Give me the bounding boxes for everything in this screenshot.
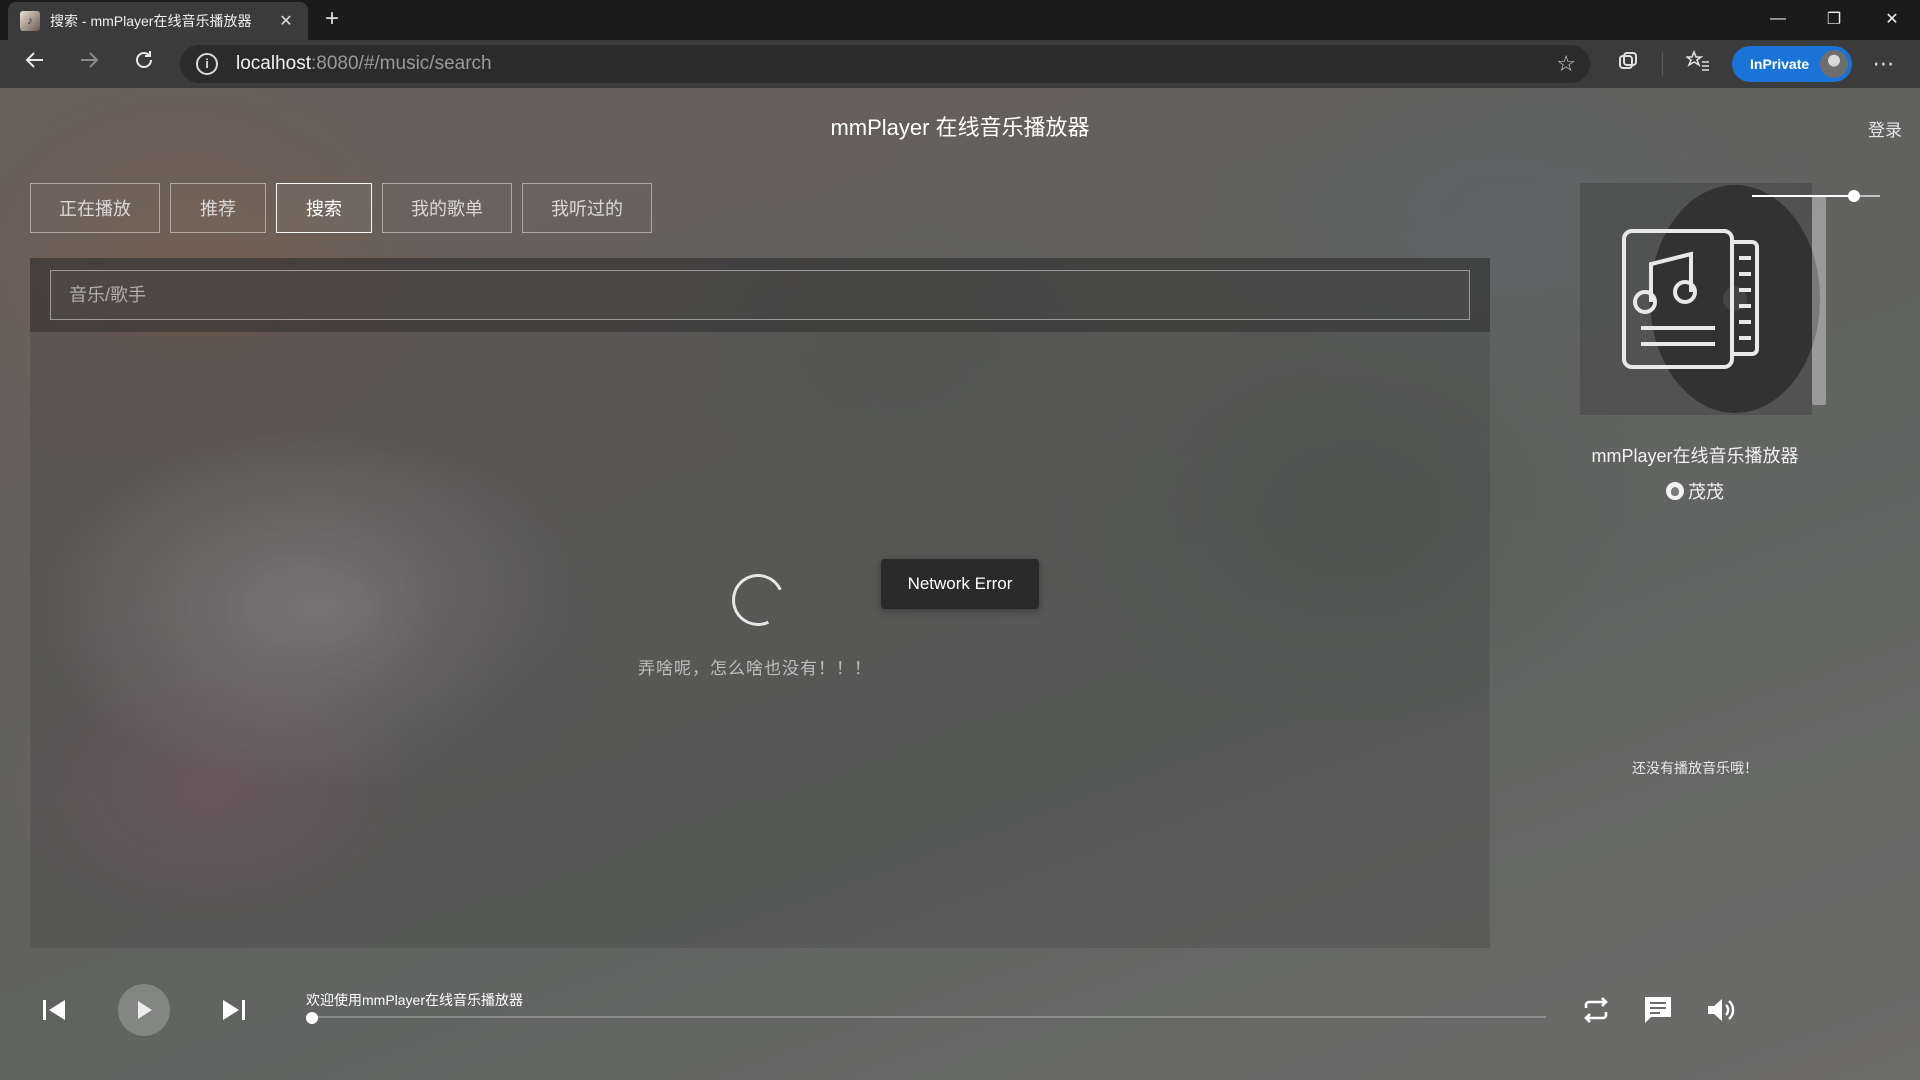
search-input[interactable] — [50, 270, 1470, 320]
star-icon[interactable]: ☆ — [1556, 51, 1576, 77]
app-page: mmPlayer 在线音乐播放器 登录 正在播放 推荐 搜索 我的歌单 我听过的… — [0, 88, 1920, 1080]
browser-toolbar: i localhost:8080/#/music/search ☆ InPriv… — [0, 40, 1920, 88]
next-button[interactable] — [218, 994, 250, 1026]
tab-my-playlist[interactable]: 我的歌单 — [382, 183, 512, 233]
toolbar-divider — [1662, 52, 1663, 76]
tab-close-icon[interactable]: ✕ — [276, 11, 296, 31]
album-cover — [1580, 183, 1812, 415]
lyric-button[interactable] — [1640, 992, 1676, 1028]
cover-edge-bar — [1812, 195, 1826, 405]
progress-bar[interactable] — [306, 1016, 1546, 1018]
empty-message: 弄啥呢，怎么啥也没有！！！ — [638, 659, 872, 678]
loading-spinner — [724, 566, 792, 634]
window-close-button[interactable]: ✕ — [1864, 0, 1920, 38]
player-bar: 欢迎使用mmPlayer在线音乐播放器 — [0, 968, 1920, 1080]
tab-search[interactable]: 搜索 — [276, 183, 372, 233]
inprivate-label: InPrivate — [1750, 56, 1810, 72]
volume-icon — [1708, 999, 1735, 1021]
song-name: mmPlayer在线音乐播放器 — [1591, 446, 1799, 466]
favicon-icon: ♪ — [20, 11, 40, 31]
forward-button[interactable] — [72, 48, 106, 80]
arrow-right-icon — [81, 52, 99, 68]
comment-icon — [1645, 997, 1671, 1023]
new-tab-button[interactable]: + — [318, 6, 346, 34]
reload-button[interactable] — [127, 48, 161, 80]
author-name: 茂茂 — [1688, 482, 1724, 502]
reload-icon — [136, 51, 152, 68]
favorites-icon[interactable] — [1684, 49, 1712, 78]
error-toast: Network Error — [881, 559, 1039, 609]
repeat-icon — [1584, 997, 1608, 1023]
browser-tabstrip: ♪ 搜索 - mmPlayer在线音乐播放器 ✕ + — ❐ ✕ — [0, 0, 1920, 40]
play-mode-button[interactable] — [1578, 992, 1614, 1028]
now-playing-title: 欢迎使用mmPlayer在线音乐播放器 — [306, 992, 524, 1008]
album-cover-area — [1580, 183, 1840, 415]
url-text: localhost:8080/#/music/search — [236, 53, 492, 74]
author-link[interactable]: 茂茂 — [1540, 478, 1850, 504]
prev-button[interactable] — [38, 994, 70, 1026]
progress-handle[interactable] — [306, 1012, 318, 1024]
window-restore-button[interactable]: ❐ — [1806, 0, 1862, 38]
search-bar — [30, 258, 1490, 332]
volume-fill — [1752, 195, 1855, 197]
arrow-left-icon — [25, 52, 43, 68]
inprivate-button[interactable]: InPrivate — [1732, 46, 1852, 82]
tab-recommend[interactable]: 推荐 — [170, 183, 266, 233]
volume-button[interactable] — [1702, 992, 1738, 1028]
avatar — [1820, 50, 1848, 78]
back-button[interactable] — [18, 48, 52, 80]
tab-history[interactable]: 我听过的 — [522, 183, 652, 233]
browser-tab[interactable]: ♪ 搜索 - mmPlayer在线音乐播放器 ✕ — [8, 2, 308, 40]
tab-title: 搜索 - mmPlayer在线音乐播放器 — [50, 13, 252, 29]
play-icon — [138, 1001, 152, 1019]
info-icon[interactable]: i — [196, 53, 218, 75]
play-button[interactable] — [118, 984, 170, 1036]
login-link[interactable]: 登录 — [1868, 116, 1902, 141]
lyric-empty-message: 还没有播放音乐哦！ — [1632, 760, 1758, 776]
window-minimize-button[interactable]: — — [1750, 0, 1806, 38]
search-panel: 弄啥呢，怎么啥也没有！！！ — [30, 258, 1490, 948]
more-icon[interactable]: ⋯ — [1870, 50, 1898, 78]
address-bar[interactable]: i localhost:8080/#/music/search ☆ — [180, 45, 1590, 83]
tab-now-playing[interactable]: 正在播放 — [30, 183, 160, 233]
skip-previous-icon — [43, 1000, 65, 1020]
collections-icon[interactable] — [1614, 50, 1642, 78]
main-tabs: 正在播放 推荐 搜索 我的歌单 我听过的 — [30, 183, 652, 233]
music-note-document-icon — [1622, 229, 1759, 369]
page-title: mmPlayer 在线音乐播放器 — [830, 115, 1090, 140]
github-icon — [1666, 482, 1684, 500]
skip-next-icon — [223, 1000, 245, 1020]
